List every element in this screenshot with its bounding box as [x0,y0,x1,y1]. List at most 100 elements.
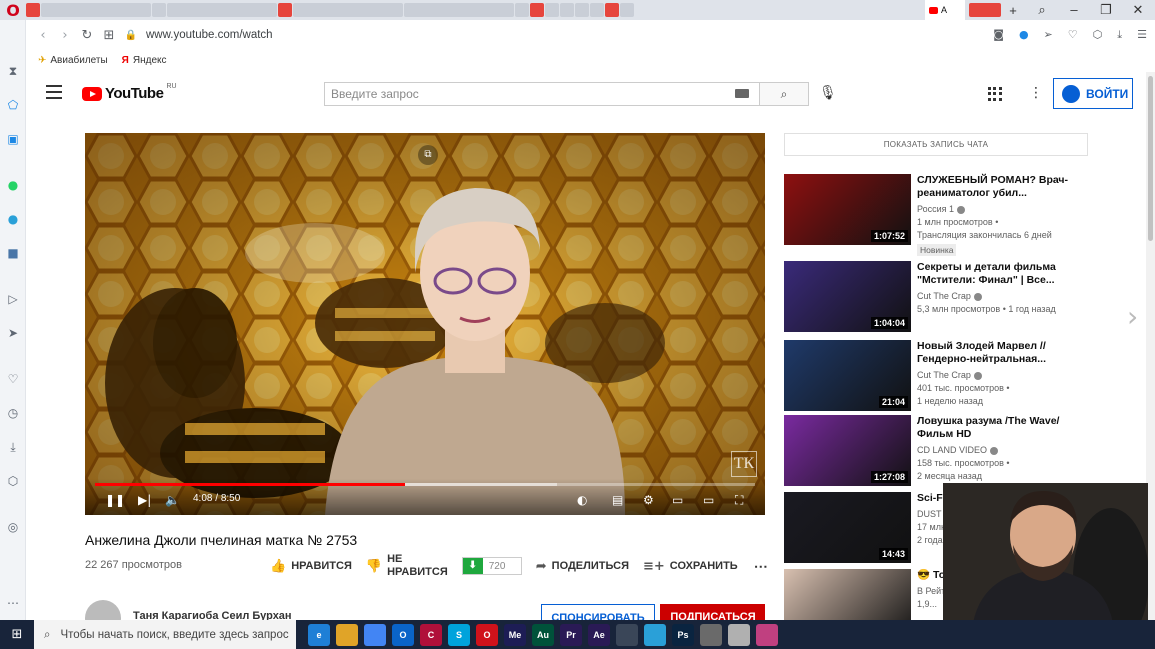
maximize-icon[interactable]: ❐ [1099,2,1113,18]
tab[interactable] [293,3,403,17]
recommendation-thumbnail[interactable]: 1:04:04 [784,261,911,332]
heart-icon[interactable]: ♡ [6,372,20,386]
share-button[interactable]: ➦ ПОДЕЛИТЬСЯ [536,559,629,574]
recommendation-title[interactable]: Секреты и детали фильма "Мстители: Финал… [917,261,1092,287]
tab[interactable] [545,3,559,17]
telegram-icon[interactable]: ● [6,212,20,226]
new-tab-icon[interactable]: + [1001,3,1025,18]
url-field[interactable]: www.youtube.com/watch [146,29,273,41]
search-button[interactable]: ⌕ [759,82,809,106]
send-icon[interactable]: ➤ [6,326,20,340]
tab[interactable] [605,3,619,17]
recommendation-item[interactable]: 1:27:08 Ловушка разума /The Wave/ Фильм … [784,415,1104,487]
taskbar-app-explorer-icon[interactable] [336,623,358,646]
search-tabs-icon[interactable]: ⌕ [1035,2,1049,18]
tab[interactable] [278,3,292,17]
tab[interactable] [530,3,544,17]
miniplayer-icon[interactable]: ⧉ [418,145,438,165]
channel-watermark[interactable]: ТК [731,451,757,477]
fullscreen-icon[interactable]: ⛶ [735,493,743,507]
taskbar-app-photoshop-icon[interactable]: Ps [672,623,694,646]
progress-bar[interactable] [95,483,755,486]
more-sidebar-icon[interactable]: ⋯ [6,596,20,610]
settings-gear-icon[interactable]: ⚙ [643,493,654,507]
reload-icon[interactable]: ↻ [76,28,98,43]
taskbar-app-app-gear-icon[interactable] [616,623,638,646]
bookmark-heart-icon[interactable]: ♡ [1068,28,1078,42]
tab[interactable] [41,3,151,17]
tab[interactable] [404,3,514,17]
video-player[interactable]: ⧉ ТК ❚❚ ▶| 🔈 4:08 / 8:50 ◐ ▤ ⚙ ▭ ▭ ⛶ [85,133,765,515]
taskbar-app-premiere-icon[interactable]: Pr [560,623,582,646]
lightbulb-icon[interactable]: ◎ [6,520,20,534]
show-chat-replay-button[interactable]: ПОКАЗАТЬ ЗАПИСЬ ЧАТА [784,133,1088,156]
signin-button[interactable]: ВОЙТИ [1053,78,1133,109]
taskbar-app-media-encoder-icon[interactable]: Me [504,623,526,646]
download-quality-select[interactable]: ⬇ 720 [461,557,522,575]
more-vert-icon[interactable]: ⋮ [1029,85,1043,101]
channel-avatar[interactable] [85,600,121,620]
search-input[interactable]: Введите запрос [324,82,759,106]
tab[interactable] [969,3,1001,17]
dislike-button[interactable]: 👎 НЕ НРАВИТСЯ [366,553,448,579]
recommendation-channel[interactable]: Cut The Crap [917,291,1092,301]
channel-name[interactable]: Таня Карагиоба Сеил Бурхан [133,610,292,620]
next-icon[interactable]: ▶| [138,493,151,507]
recommendation-title[interactable]: Ловушка разума /The Wave/ Фильм HD [917,415,1092,441]
subscribe-button[interactable]: ПОДПИСАТЬСЯ [660,604,765,620]
taskbar-app-app-wheel-icon[interactable] [728,623,750,646]
messenger-icon[interactable]: ▣ [6,132,20,146]
taskbar-app-chrome-icon[interactable] [364,623,386,646]
tab[interactable] [167,3,277,17]
sponsor-button[interactable]: СПОНСИРОВАТЬ [541,604,655,620]
speed-dial-icon[interactable]: ⬠ [6,98,20,112]
windows-start-icon[interactable]: ⊞ [0,627,34,642]
recommendation-channel[interactable]: CD LAND VIDEO [917,445,1092,455]
chevron-right-icon[interactable]: › [1127,300,1138,333]
keyboard-icon[interactable] [735,89,749,98]
forward-icon[interactable]: › [54,28,76,43]
taskbar-app-after-effects-icon[interactable]: Ae [588,623,610,646]
tab[interactable] [515,3,529,17]
tab[interactable] [152,3,166,17]
taskbar-app-app-box-icon[interactable] [700,623,722,646]
tab[interactable] [560,3,574,17]
downloads-icon[interactable]: ⤓ [6,440,20,454]
history-icon[interactable]: ◷ [6,406,20,420]
like-button[interactable]: 👍 НРАВИТСЯ [270,559,352,574]
miniplayer-button-icon[interactable]: ▭ [672,493,683,507]
recommendation-thumbnail[interactable]: 1:07:52 [784,174,911,245]
player-icon[interactable]: ▷ [6,292,20,306]
tab[interactable] [26,3,40,17]
back-icon[interactable]: ‹ [32,28,54,43]
taskbar-app-opera-icon[interactable]: O [476,623,498,646]
recommendation-item[interactable]: 21:04 Новый Злодей Марвел // Гендерно-не… [784,340,1104,412]
taskbar-app-app-color-icon[interactable] [756,623,778,646]
subtitles-icon[interactable]: ▤ [612,493,623,507]
youtube-logo[interactable]: YouTube RU [82,83,177,102]
active-tab[interactable]: А [925,0,965,20]
theater-mode-icon[interactable]: ▭ [703,493,714,507]
taskbar-app-telegram-icon[interactable] [644,623,666,646]
cube-icon[interactable]: ⬡ [1093,28,1103,42]
recommendation-item[interactable]: 1:04:04 Секреты и детали фильма "Мстител… [784,261,1104,333]
tab[interactable] [620,3,634,17]
download-icon[interactable]: ⤓ [1117,28,1122,42]
opera-menu-icon[interactable]: O [0,0,26,20]
recommendation-title[interactable]: Новый Злодей Марвел // Гендерно-нейтраль… [917,340,1092,366]
recommendation-item[interactable]: 1:07:52 СЛУЖЕБНЫЙ РОМАН? Врач-реаниматол… [784,174,1104,256]
recommendation-thumbnail[interactable]: 14:43 [784,492,911,563]
volume-icon[interactable]: 🔈 [165,493,180,507]
camera-icon[interactable]: ◙ [993,28,1004,42]
easy-setup-icon[interactable]: ☰ [1137,28,1147,42]
recommendation-thumbnail[interactable]: 1:27:08 [784,415,911,486]
tab[interactable] [590,3,604,17]
extensions-icon[interactable]: ⬡ [6,474,20,488]
recommendation-thumbnail[interactable]: 21:04 [784,340,911,411]
close-icon[interactable]: ✕ [1131,2,1145,18]
taskbar-app-edge-icon[interactable]: e [308,623,330,646]
vk-icon[interactable]: ■ [6,246,20,260]
bookmark-aviabilety[interactable]: ✈ Авиабилеты [38,55,108,66]
taskbar-app-audition-icon[interactable]: Au [532,623,554,646]
microphone-icon[interactable]: 🎙 [819,85,837,101]
